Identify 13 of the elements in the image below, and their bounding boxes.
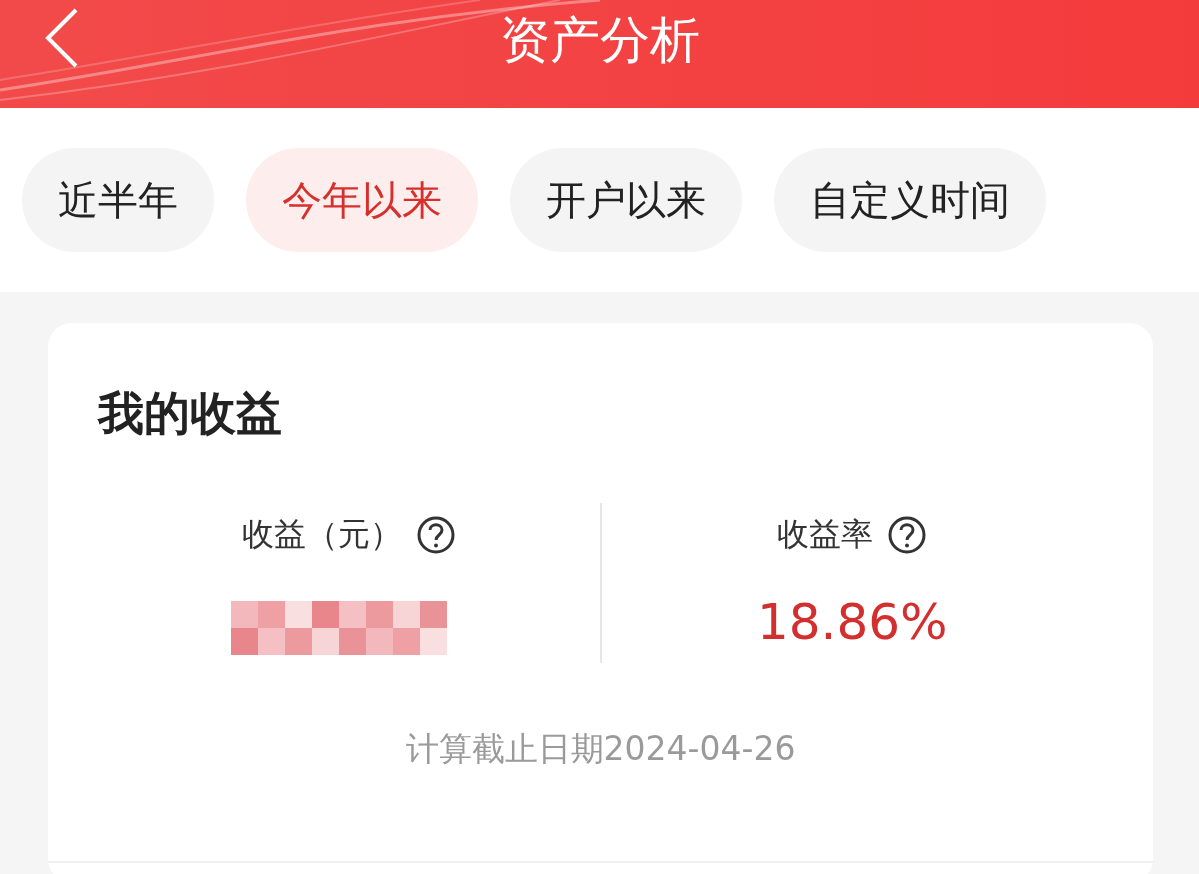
metric-value: 18.86% [756, 593, 948, 651]
page-title: 资产分析 [499, 9, 700, 71]
calculation-date: 计算截止日期2024-04-26 [404, 728, 797, 770]
period-tab[interactable]: 自定义时间 [774, 148, 1046, 252]
help-icon[interactable] [887, 515, 928, 555]
metric-label: 收益率 [777, 514, 874, 555]
period-tab[interactable]: 近半年 [22, 148, 214, 252]
section-title: 我的收益 [98, 385, 283, 442]
back-icon[interactable] [44, 6, 80, 70]
help-icon[interactable] [415, 515, 456, 555]
period-tab[interactable]: 开户以来 [510, 148, 742, 252]
period-tab[interactable]: 今年以来 [246, 148, 478, 252]
metric-label: 收益（元） [241, 514, 402, 555]
